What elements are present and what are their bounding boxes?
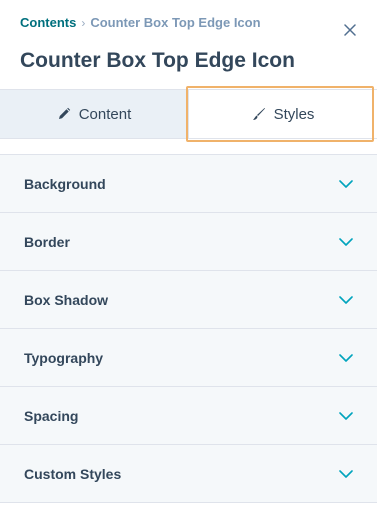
chevron-down-icon <box>339 409 353 423</box>
page-title: Counter Box Top Edge Icon <box>20 49 295 72</box>
panel-header: Contents › Counter Box Top Edge Icon Cou… <box>0 0 377 90</box>
tab-styles-label: Styles <box>273 105 315 123</box>
section-box-shadow[interactable]: Box Shadow <box>0 270 377 329</box>
chevron-down-icon <box>339 235 353 249</box>
chevron-down-icon <box>339 293 353 307</box>
section-label: Background <box>24 175 106 192</box>
pencil-icon <box>57 107 71 121</box>
section-label: Typography <box>24 349 104 366</box>
tab-bar: Content Styles <box>0 89 377 139</box>
section-custom-styles[interactable]: Custom Styles <box>0 444 377 503</box>
section-label: Border <box>24 233 70 250</box>
section-spacing[interactable]: Spacing <box>0 386 377 445</box>
tab-styles[interactable]: Styles <box>189 90 377 138</box>
section-border[interactable]: Border <box>0 212 377 271</box>
breadcrumb-current: Counter Box Top Edge Icon <box>90 15 261 30</box>
breadcrumb: Contents › Counter Box Top Edge Icon <box>20 15 261 30</box>
chevron-down-icon <box>339 177 353 191</box>
chevron-down-icon <box>339 351 353 365</box>
tab-content[interactable]: Content <box>0 90 189 138</box>
section-label: Box Shadow <box>24 291 109 308</box>
section-typography[interactable]: Typography <box>0 328 377 387</box>
close-icon <box>344 24 356 36</box>
brush-icon <box>252 107 266 121</box>
section-label: Custom Styles <box>24 465 122 482</box>
tab-content-label: Content <box>78 105 132 123</box>
section-background[interactable]: Background <box>0 154 377 213</box>
chevron-down-icon <box>339 467 353 481</box>
breadcrumb-separator: › <box>81 15 86 30</box>
style-sections: Background Border Box Shadow Typography … <box>0 154 377 503</box>
breadcrumb-contents-link[interactable]: Contents <box>20 15 76 30</box>
section-label: Spacing <box>24 407 79 424</box>
close-button[interactable] <box>343 23 357 37</box>
